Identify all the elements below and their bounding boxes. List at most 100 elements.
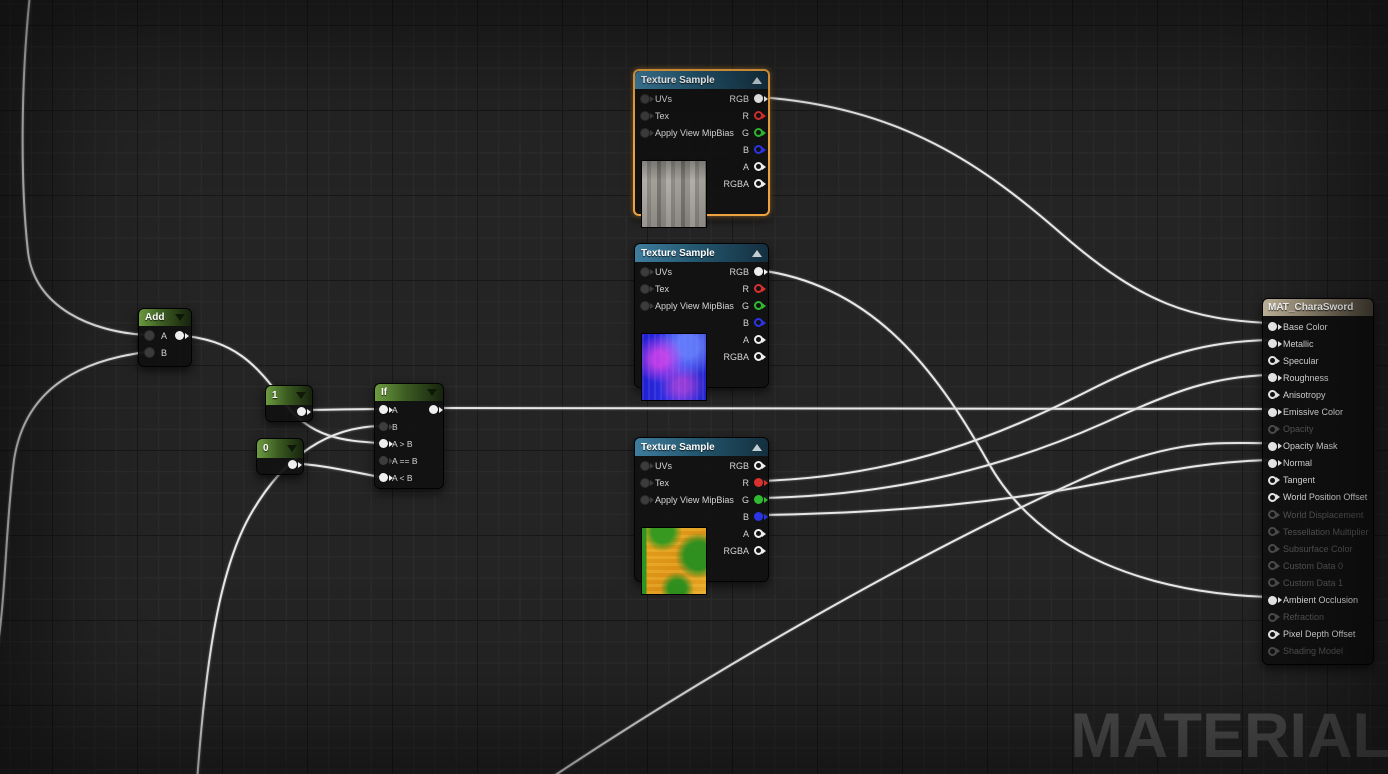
material-pin-row[interactable]: Anisotropy (1268, 386, 1373, 403)
material-input-pin[interactable] (1268, 424, 1277, 434)
wire-add-b-from-left[interactable] (0, 351, 147, 656)
input-pin-row[interactable]: A > B (375, 435, 443, 452)
output-pin-row[interactable]: B (723, 508, 763, 525)
material-input-pin[interactable] (1268, 561, 1277, 571)
material-input-pin[interactable] (1268, 356, 1277, 366)
output-pin-row[interactable]: RGB (723, 90, 763, 107)
input-pin-row[interactable]: A == B (375, 452, 443, 469)
node-header[interactable]: Texture Sample (635, 244, 768, 262)
material-pin-row[interactable]: World Position Offset (1268, 489, 1373, 506)
add-node[interactable]: Add A B (138, 308, 192, 367)
material-input-pin[interactable] (1268, 475, 1277, 485)
material-pin-row[interactable]: Metallic (1268, 335, 1373, 352)
material-pin-row[interactable]: Base Color (1268, 318, 1373, 335)
output-pin-row[interactable]: RGBA (723, 175, 763, 192)
input-pin[interactable] (640, 283, 650, 294)
material-pin-row[interactable]: Custom Data 1 (1268, 574, 1373, 591)
node-header[interactable]: 0 (257, 439, 303, 458)
material-input-pin[interactable] (1268, 544, 1277, 554)
output-pin-row[interactable]: RGB (723, 263, 763, 280)
output-pin[interactable] (297, 407, 306, 416)
output-pin[interactable] (288, 460, 297, 469)
wire-ts3-b-to-normal[interactable] (757, 459, 1269, 516)
input-pin[interactable] (640, 93, 650, 104)
input-pin[interactable] (640, 110, 650, 121)
constant-node[interactable]: 1 (265, 385, 313, 422)
material-input-pin[interactable] (1268, 373, 1277, 383)
input-pin-row[interactable]: Apply View MipBias (640, 297, 734, 314)
graph-canvas[interactable]: Texture Sample UVs Tex Apply View MipBia… (0, 0, 1388, 774)
output-pin[interactable] (754, 267, 763, 276)
output-pin[interactable] (754, 179, 763, 188)
wire-ts2-rgb-to-ambientocclusion[interactable] (757, 269, 1269, 598)
node-header[interactable]: Texture Sample (635, 438, 768, 456)
material-pin-row[interactable]: Custom Data 0 (1268, 557, 1373, 574)
node-header[interactable]: Texture Sample (635, 71, 768, 89)
output-pin-row[interactable]: R (723, 280, 763, 297)
material-pin-row[interactable]: Refraction (1268, 609, 1373, 626)
input-pin[interactable] (379, 405, 388, 414)
material-pin-row[interactable]: Ambient Occlusion (1268, 592, 1373, 609)
input-pin-row[interactable]: B (375, 418, 443, 435)
input-pin-row[interactable]: Tex (640, 280, 734, 297)
output-pin-row[interactable]: RGBA (723, 542, 763, 559)
output-pin[interactable] (754, 128, 763, 137)
output-pin-row[interactable]: R (723, 474, 763, 491)
expand-arrow-icon[interactable] (287, 445, 297, 452)
input-pin[interactable] (640, 494, 650, 505)
material-input-pin[interactable] (1268, 510, 1277, 520)
material-input-pin[interactable] (1268, 458, 1277, 468)
output-pin[interactable] (754, 512, 763, 521)
input-pin[interactable] (640, 477, 650, 488)
material-pin-row[interactable]: Opacity Mask (1268, 438, 1373, 455)
material-input-pin[interactable] (1268, 492, 1277, 502)
output-pin[interactable] (754, 352, 763, 361)
material-output-node[interactable]: MAT_CharaSword Base Color Metallic Specu… (1262, 298, 1374, 665)
material-input-pin[interactable] (1268, 629, 1277, 639)
if-node[interactable]: If A B A > B A == B A < B (374, 383, 444, 489)
material-pin-row[interactable]: Shading Model (1268, 643, 1373, 660)
wire-ts1-rgb-to-basecolor[interactable] (757, 96, 1269, 324)
material-pin-row[interactable]: Pixel Depth Offset (1268, 626, 1373, 643)
material-pin-row[interactable]: Tangent (1268, 472, 1373, 489)
input-pin-row[interactable]: Tex (640, 474, 734, 491)
wire-if-to-emissive[interactable] (431, 407, 1269, 410)
input-pin[interactable] (640, 300, 650, 311)
output-pin-row[interactable]: A (723, 158, 763, 175)
material-pin-row[interactable]: World Displacement (1268, 506, 1373, 523)
output-pin[interactable] (754, 461, 763, 470)
output-pin[interactable] (754, 318, 763, 327)
expand-arrow-icon[interactable] (296, 392, 306, 399)
input-pin-row[interactable]: Apply View MipBias (640, 491, 734, 508)
texture-sample-node[interactable]: Texture Sample UVs Tex Apply View MipBia… (634, 243, 769, 401)
output-pin[interactable] (754, 529, 763, 538)
output-pin-row[interactable]: G (723, 124, 763, 141)
output-pin-row[interactable]: B (723, 314, 763, 331)
input-pin[interactable] (144, 347, 155, 358)
input-pin-row[interactable]: UVs (640, 90, 734, 107)
texture-sample-node[interactable]: Texture Sample UVs Tex Apply View MipBia… (633, 69, 770, 228)
node-header[interactable]: MAT_CharaSword (1263, 299, 1373, 316)
input-pin-row[interactable]: Tex (640, 107, 734, 124)
output-pin-row[interactable]: G (723, 491, 763, 508)
output-pin-row[interactable]: G (723, 297, 763, 314)
node-header[interactable]: If (375, 384, 443, 401)
constant-node[interactable]: 0 (256, 438, 304, 475)
material-pin-row[interactable]: Roughness (1268, 369, 1373, 386)
output-pin[interactable] (754, 495, 763, 504)
input-pin[interactable] (640, 266, 650, 277)
wire-top-to-add-a[interactable] (21, 0, 147, 336)
input-pin[interactable] (379, 456, 388, 465)
input-pin[interactable] (379, 422, 388, 431)
node-header[interactable]: Add (139, 309, 191, 326)
output-pin[interactable] (754, 162, 763, 171)
input-pin-row[interactable]: UVs (640, 263, 734, 280)
material-input-pin[interactable] (1268, 322, 1277, 332)
input-pin-row[interactable]: A < B (375, 469, 443, 486)
output-pin-row[interactable]: A (723, 525, 763, 542)
material-input-pin[interactable] (1268, 390, 1277, 400)
material-pin-row[interactable]: Opacity (1268, 421, 1373, 438)
material-pin-row[interactable]: Normal (1268, 455, 1373, 472)
output-pin[interactable] (754, 145, 763, 154)
material-pin-row[interactable]: Subsurface Color (1268, 540, 1373, 557)
